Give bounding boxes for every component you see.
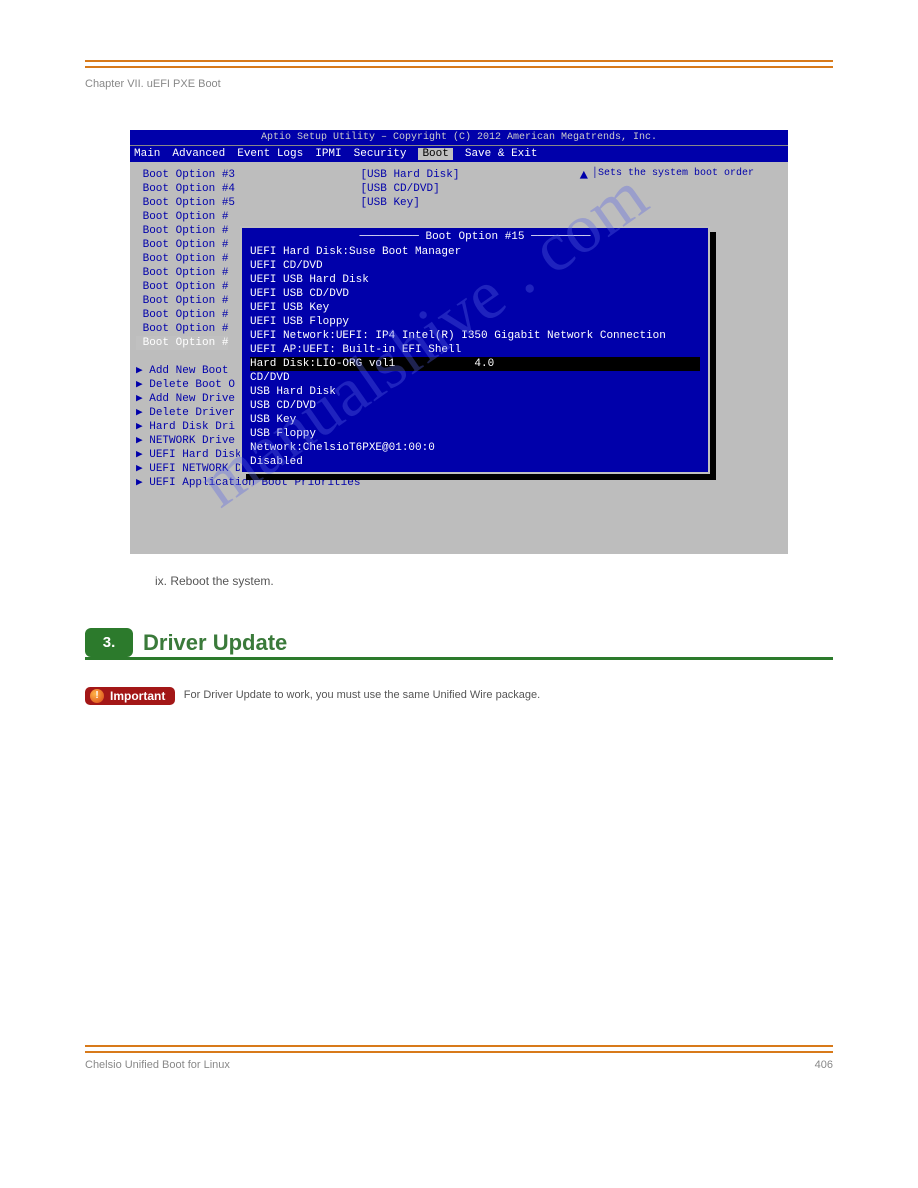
important-label: Important [110,689,165,703]
step-caption: ix. Reboot the system. [155,574,833,588]
popup-item[interactable]: UEFI Network:UEFI: IP4 Intel(R) I350 Gig… [250,329,700,343]
menu-boot[interactable]: Boot [418,148,452,160]
popup-item[interactable]: USB Key [250,413,700,427]
uefi-app-boot[interactable]: ▶ UEFI Application Boot Priorities [136,476,782,490]
section-title: Driver Update [143,630,287,656]
scroll-up-icon: ▲ [580,168,588,184]
menu-event-logs[interactable]: Event Logs [237,148,303,160]
bios-title: Aptio Setup Utility – Copyright (C) 2012… [130,130,788,146]
popup-item[interactable]: USB Floppy [250,427,700,441]
popup-item[interactable]: Network:ChelsioT6PXE@01:00:0 [250,441,700,455]
boot-option-row[interactable]: Boot Option # [136,210,782,224]
popup-item[interactable]: UEFI CD/DVD [250,259,700,273]
popup-item[interactable]: UEFI USB Key [250,301,700,315]
important-text: For Driver Update to work, you must use … [184,689,540,701]
boot-option-row[interactable]: Boot Option #4 [USB CD/DVD] [136,182,782,196]
important-chip: ! Important [85,687,175,705]
popup-item-selected[interactable]: Hard Disk:LIO-ORG vol1 4.0 [250,357,700,371]
menu-save-exit[interactable]: Save & Exit [465,148,538,160]
menu-ipmi[interactable]: IPMI [315,148,341,160]
boot-option-popup: ───────── Boot Option #15 ───────── UEFI… [240,226,710,474]
menu-security[interactable]: Security [354,148,407,160]
boot-option-row[interactable]: Boot Option #5 [USB Key] [136,196,782,210]
bios-menu-bar: Main Advanced Event Logs IPMI Security B… [130,146,788,162]
section-number-badge: 3. [85,628,133,657]
bios-screenshot: Aptio Setup Utility – Copyright (C) 2012… [130,130,788,554]
popup-item[interactable]: UEFI USB Floppy [250,315,700,329]
popup-item[interactable]: CD/DVD [250,371,700,385]
bios-help-text: │Sets the system boot order [592,168,782,179]
popup-item[interactable]: USB Hard Disk [250,385,700,399]
popup-item[interactable]: Disabled [250,455,700,469]
menu-advanced[interactable]: Advanced [172,148,225,160]
popup-item[interactable]: USB CD/DVD [250,399,700,413]
warning-icon: ! [90,689,104,703]
menu-main[interactable]: Main [134,148,160,160]
popup-item[interactable]: UEFI USB CD/DVD [250,287,700,301]
popup-item[interactable]: UEFI USB Hard Disk [250,273,700,287]
popup-item[interactable]: UEFI Hard Disk:Suse Boot Manager [250,245,700,259]
popup-item[interactable]: UEFI AP:UEFI: Built-in EFI Shell [250,343,700,357]
header-chapter: Chapter VII. uEFI PXE Boot [85,78,221,90]
footer-left: Chelsio Unified Boot for Linux [85,1059,230,1071]
popup-title: Boot Option #15 [425,231,524,243]
footer-page-number: 406 [815,1059,833,1071]
